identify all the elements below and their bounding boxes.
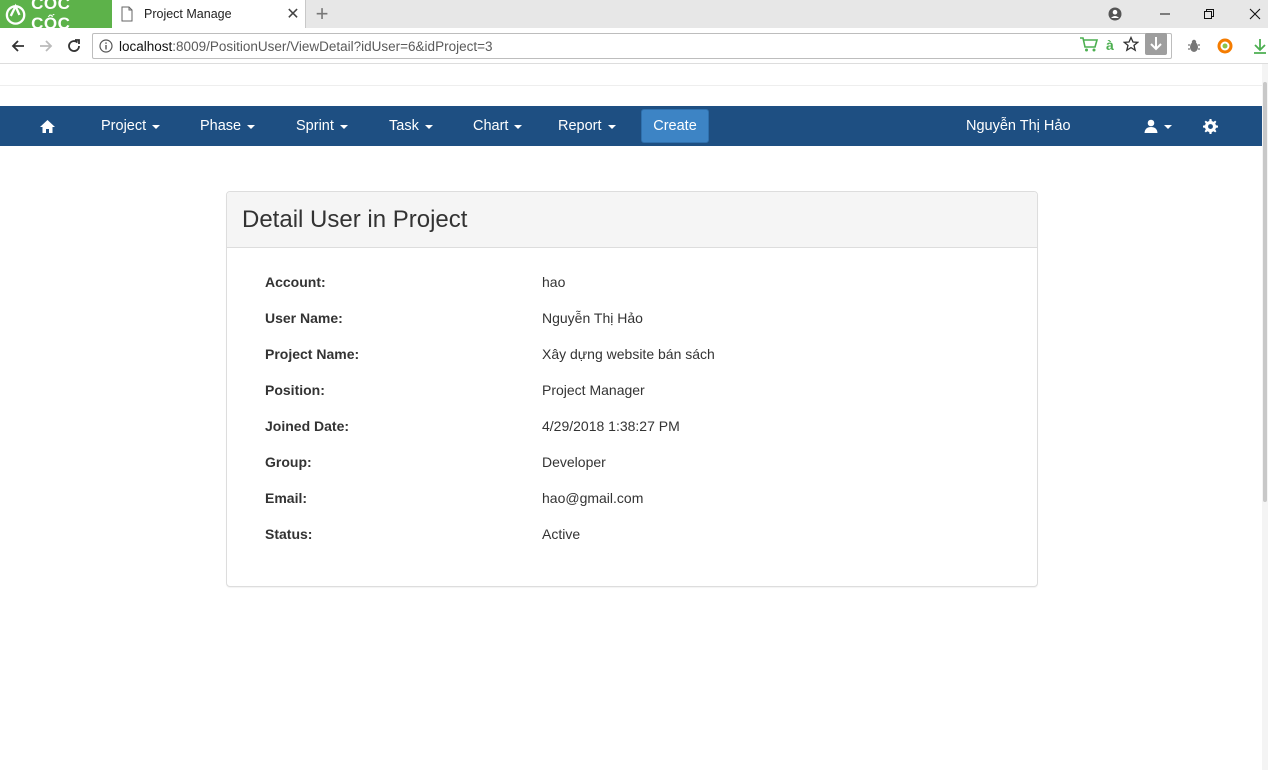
nav-chart-label: Chart: [473, 118, 509, 134]
caret-down-icon: [152, 125, 161, 129]
info-icon[interactable]: [99, 39, 113, 53]
home-icon[interactable]: [39, 106, 56, 146]
vietnamese-input-icon[interactable]: à: [1105, 36, 1117, 57]
url-host: localhost: [119, 38, 173, 54]
create-button[interactable]: Create: [641, 109, 709, 143]
caret-down-icon: [514, 125, 523, 129]
page-icon: [121, 6, 133, 22]
email-value: hao@gmail.com: [542, 490, 644, 506]
detail-row-account: Account: hao: [227, 274, 1037, 294]
nav-task-dropdown[interactable]: Task: [389, 106, 433, 146]
status-label: Status:: [265, 526, 313, 542]
account-circle-icon: [1108, 7, 1122, 21]
nav-report-label: Report: [558, 118, 602, 134]
nav-sprint-dropdown[interactable]: Sprint: [296, 106, 348, 146]
tab-close-icon[interactable]: ✕: [281, 2, 305, 26]
detail-row-group: Group: Developer: [227, 454, 1037, 474]
page-top-strip: [0, 64, 1268, 86]
download-page-icon[interactable]: [1145, 32, 1167, 60]
app-navbar: Project Phase Sprint Task Chart Report C…: [0, 106, 1262, 146]
url-path: :8009/PositionUser/ViewDetail?idUser=6&i…: [172, 38, 493, 54]
user-name-label: User Name:: [265, 310, 343, 326]
minimize-icon[interactable]: [1142, 0, 1188, 28]
group-label: Group:: [265, 454, 312, 470]
close-window-icon[interactable]: [1232, 0, 1268, 28]
user-menu-dropdown[interactable]: [1144, 106, 1172, 146]
nav-task-label: Task: [389, 118, 419, 134]
reload-icon[interactable]: [62, 34, 86, 58]
download-icon[interactable]: [1250, 36, 1268, 56]
email-label: Email:: [265, 490, 308, 506]
settings-gear-icon[interactable]: [1203, 106, 1218, 146]
nav-project-dropdown[interactable]: Project: [101, 106, 161, 146]
project-name-label: Project Name:: [265, 346, 360, 362]
group-value: Developer: [542, 454, 606, 470]
caret-down-icon: [247, 125, 256, 129]
detail-row-user-name: User Name: Nguyễn Thị Hảo: [227, 310, 1037, 330]
user-name-value: Nguyễn Thị Hảo: [542, 310, 643, 326]
coccoc-logo-icon: [5, 3, 26, 25]
detail-panel: Detail User in Project Account: hao User…: [226, 191, 1038, 587]
detail-row-status: Status: Active: [227, 526, 1037, 546]
account-label: Account:: [265, 274, 326, 290]
position-label: Position:: [265, 382, 325, 398]
address-bar[interactable]: localhost:8009/PositionUser/ViewDetail?i…: [92, 32, 1172, 60]
nav-report-dropdown[interactable]: Report: [558, 106, 616, 146]
caret-down-icon: [424, 125, 433, 129]
forward-arrow-icon[interactable]: [34, 34, 58, 58]
browser-tab[interactable]: Project Manage ✕: [112, 0, 306, 28]
nav-project-label: Project: [101, 118, 147, 134]
svg-text:à: à: [1106, 37, 1114, 52]
browser-tab-bar: CỐC CỐC Project Manage ✕ +: [0, 0, 1268, 33]
caret-down-icon: [1164, 125, 1172, 129]
restore-icon[interactable]: [1186, 0, 1232, 28]
caret-down-icon: [339, 125, 348, 129]
detail-row-email: Email: hao@gmail.com: [227, 490, 1037, 510]
nav-phase-label: Phase: [200, 118, 242, 134]
bug-extension-icon[interactable]: [1184, 36, 1204, 56]
scrollbar-thumb[interactable]: [1263, 82, 1267, 502]
page-title: Detail User in Project: [242, 205, 468, 233]
nav-chart-dropdown[interactable]: Chart: [473, 106, 523, 146]
back-arrow-icon[interactable]: [6, 34, 30, 58]
coccoc-extension-icon[interactable]: [1215, 36, 1235, 56]
account-value: hao: [542, 274, 566, 290]
project-name-value: Xây dựng website bán sách: [542, 346, 715, 362]
shopping-cart-icon[interactable]: [1079, 36, 1099, 57]
status-value: Active: [542, 526, 581, 542]
joined-date-label: Joined Date:: [265, 418, 350, 434]
detail-row-position: Position: Project Manager: [227, 382, 1037, 402]
nav-sprint-label: Sprint: [296, 118, 334, 134]
joined-date-value: 4/29/2018 1:38:27 PM: [542, 418, 680, 434]
profile-icon[interactable]: [1092, 0, 1138, 28]
panel-heading: Detail User in Project: [227, 192, 1037, 248]
tab-title: Project Manage: [144, 7, 232, 21]
new-tab-icon[interactable]: +: [310, 1, 334, 26]
url-text: localhost:8009/PositionUser/ViewDetail?i…: [119, 39, 492, 54]
browser-toolbar: localhost:8009/PositionUser/ViewDetail?i…: [0, 28, 1268, 64]
caret-down-icon: [607, 125, 616, 129]
detail-row-project-name: Project Name: Xây dựng website bán sách: [227, 346, 1037, 366]
nav-phase-dropdown[interactable]: Phase: [200, 106, 256, 146]
browser-brand[interactable]: CỐC CỐC: [0, 0, 112, 33]
user-icon: [1144, 119, 1158, 133]
detail-row-joined-date: Joined Date: 4/29/2018 1:38:27 PM: [227, 418, 1037, 438]
position-value: Project Manager: [542, 382, 645, 398]
nav-user-name[interactable]: Nguyễn Thị Hảo: [966, 106, 1071, 146]
bookmark-star-icon[interactable]: [1122, 35, 1140, 57]
